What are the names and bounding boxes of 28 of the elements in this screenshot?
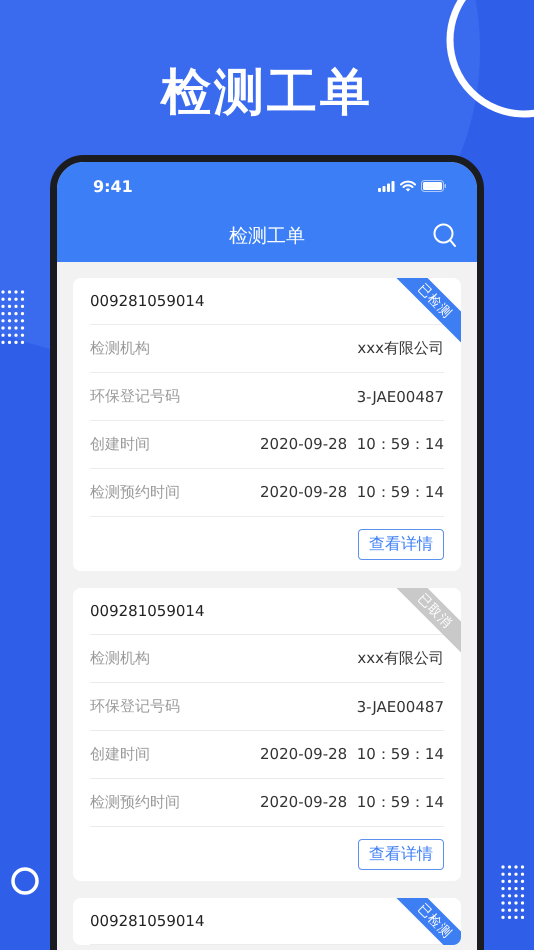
field-label: 检测机构 [90, 339, 150, 358]
signal-icon [378, 180, 395, 192]
battery-icon [421, 180, 447, 192]
field-value: xxx有限公司 [357, 649, 444, 668]
field-value: 2020-09-28 10：59：14 [260, 435, 444, 454]
headline: 检测工单 [161, 62, 373, 122]
field-value: 2020-09-28 10：59：14 [260, 793, 444, 812]
field-label: 检测预约时间 [90, 483, 180, 502]
field-label: 检测预约时间 [90, 793, 180, 812]
details-button[interactable]: 查看详情 [358, 528, 444, 560]
field-value: 3-JAE00487 [356, 388, 444, 406]
field-label: 环保登记号码 [90, 387, 180, 406]
field-value: 3-JAE00487 [356, 698, 444, 716]
field-value: 2020-09-28 10：59：14 [260, 483, 444, 502]
dot-grid-drawing [500, 864, 526, 921]
field-value: 2020-09-28 10：59：14 [260, 745, 444, 764]
wifi-icon [400, 180, 416, 192]
field-label: 检测机构 [90, 649, 150, 668]
search-icon[interactable] [433, 223, 457, 249]
status-time: 9:41 [93, 176, 133, 196]
nav-title: 检测工单 [229, 224, 305, 249]
field-label: 创建时间 [90, 745, 150, 764]
field-label: 环保登记号码 [90, 697, 180, 716]
ring-drawing [10, 866, 40, 896]
dot-grid-drawing [0, 289, 26, 346]
details-button[interactable]: 查看详情 [358, 838, 444, 870]
field-label: 创建时间 [90, 435, 150, 454]
field-value: xxx有限公司 [357, 339, 444, 358]
